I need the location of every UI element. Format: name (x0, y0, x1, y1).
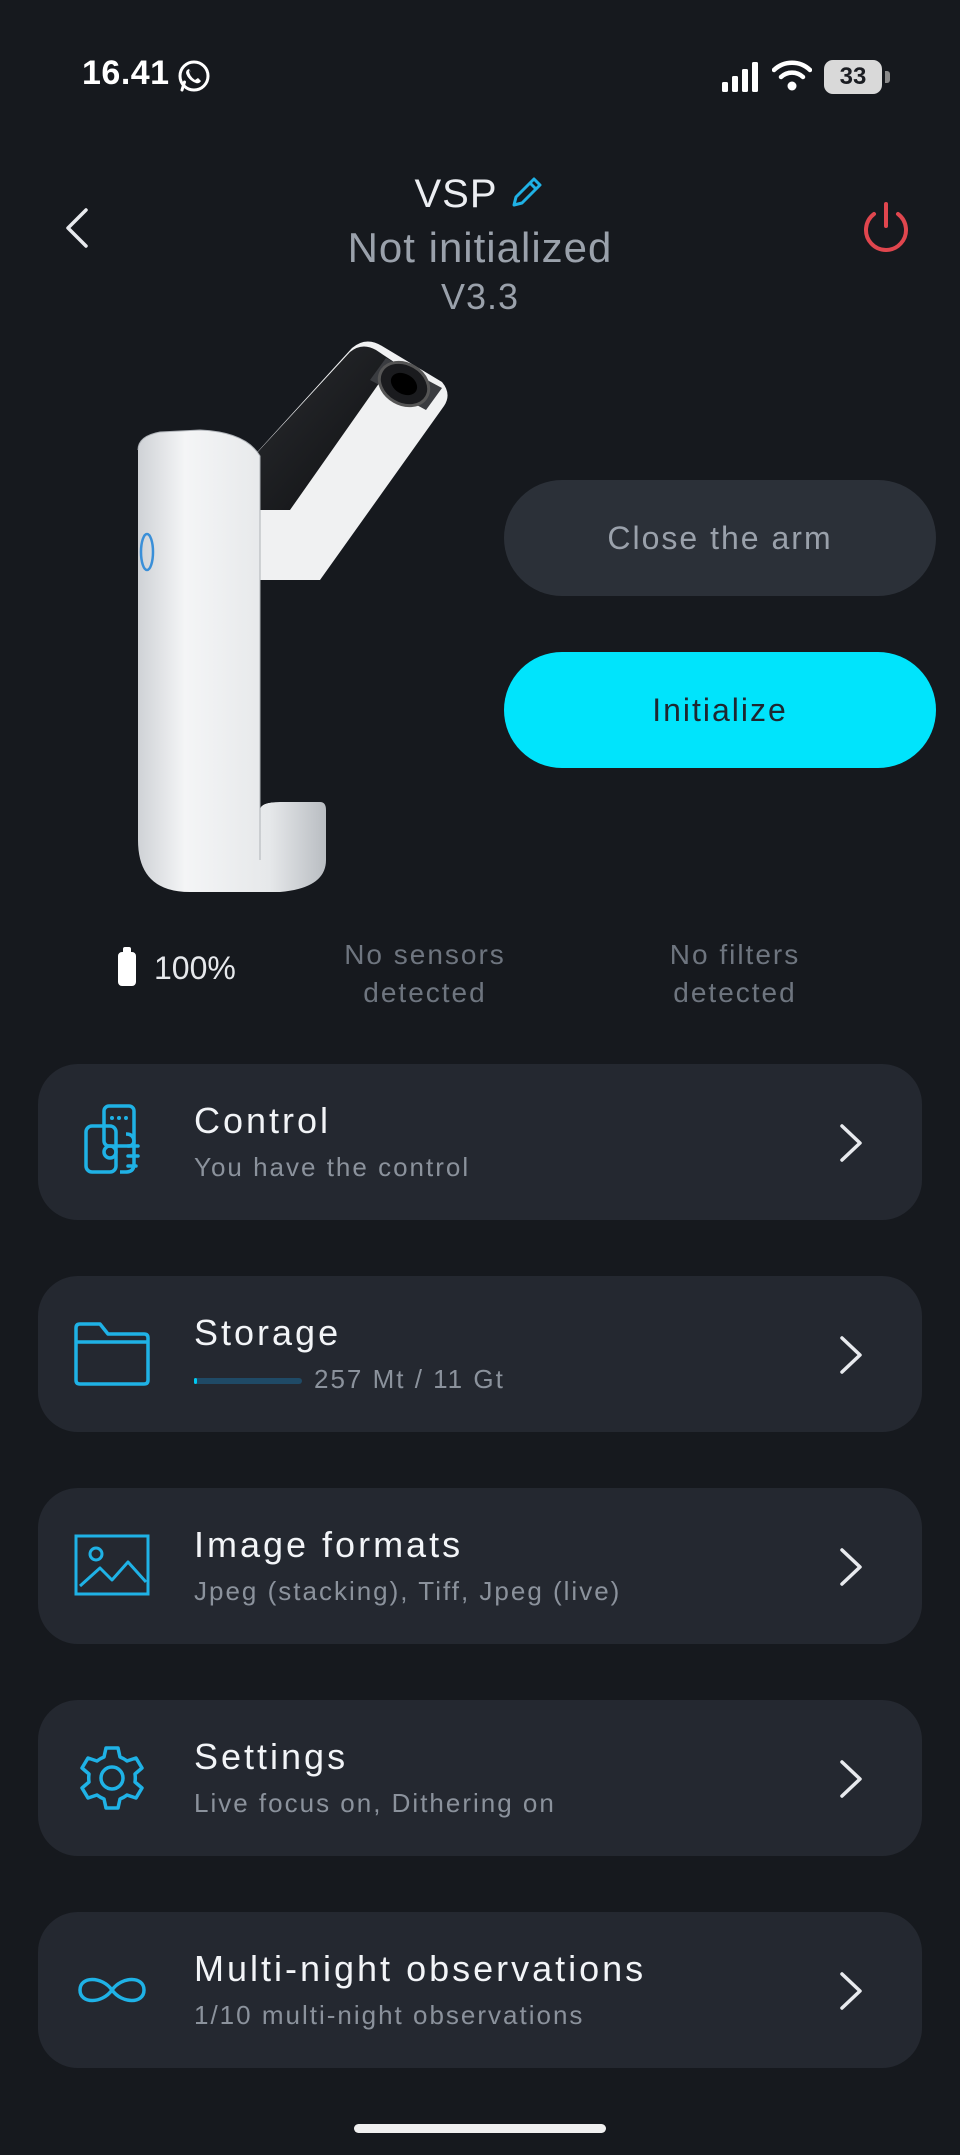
sensors-status: No sensors detected (344, 939, 506, 1008)
home-indicator[interactable] (354, 2124, 606, 2133)
folder-icon (74, 1322, 150, 1386)
image-icon (74, 1534, 150, 1596)
menu-item-multi-night[interactable]: Multi-night observations 1/10 multi-nigh… (38, 1912, 922, 2068)
device-illustration (137, 341, 448, 892)
whatsapp-icon (178, 60, 210, 92)
chevron-right-icon (840, 1336, 862, 1374)
firmware-version: V3.3 (440, 276, 520, 317)
infinity-icon (78, 1977, 146, 2003)
status-battery-percent: 33 (839, 63, 867, 90)
battery-icon (118, 947, 136, 986)
close-arm-button[interactable]: Close the arm (504, 480, 936, 596)
menu-item-title: Settings (194, 1736, 349, 1777)
menu-item-control[interactable]: Control You have the control (38, 1064, 922, 1220)
chevron-right-icon (840, 1124, 862, 1162)
battery-level: 100% (154, 950, 236, 986)
storage-usage: 257 Mt / 11 Gt (194, 1364, 505, 1395)
status-bar: 16.41 33 (0, 0, 960, 150)
device-title-row: VSP (0, 172, 960, 217)
filters-status: No filters detected (669, 939, 801, 1008)
chevron-right-icon (840, 1972, 862, 2010)
storage-progress-bar (194, 1378, 302, 1385)
cellular-signal-icon (722, 62, 758, 92)
menu-item-subtitle: Jpeg (stacking), Tiff, Jpeg (live) (194, 1576, 622, 1606)
menu-item-subtitle: 257 Mt / 11 Gt (314, 1364, 505, 1394)
status-battery: 33 (824, 60, 890, 96)
menu-item-title: Storage (194, 1312, 342, 1353)
storage-progress-fill (194, 1378, 197, 1385)
chevron-right-icon (840, 1760, 862, 1798)
menu-item-subtitle: You have the control (194, 1152, 471, 1182)
menu-item-image-formats[interactable]: Image formats Jpeg (stacking), Tiff, Jpe… (38, 1488, 922, 1644)
device-name: VSP (414, 172, 498, 216)
menu-item-storage[interactable]: Storage 257 Mt / 11 Gt (38, 1276, 922, 1432)
remote-control-icon (84, 1104, 140, 1174)
initialize-button[interactable]: Initialize (504, 652, 936, 768)
gear-icon (80, 1746, 144, 1810)
menu-item-title: Multi-night observations (194, 1948, 647, 1989)
status-time: 16.41 (82, 54, 170, 92)
menu-item-title: Control (194, 1100, 332, 1141)
device-status: Not initialized (347, 224, 613, 271)
power-icon[interactable] (858, 200, 914, 256)
menu-item-title: Image formats (194, 1524, 464, 1565)
device-info-row: 100% No sensors detected No filters dete… (0, 928, 960, 1008)
pencil-edit-icon[interactable] (508, 173, 546, 211)
chevron-right-icon (840, 1548, 862, 1586)
menu-item-subtitle: Live focus on, Dithering on (194, 1788, 556, 1818)
menu-item-settings[interactable]: Settings Live focus on, Dithering on (38, 1700, 922, 1856)
wifi-icon (772, 60, 812, 91)
menu-item-subtitle: 1/10 multi-night observations (194, 2000, 585, 2030)
